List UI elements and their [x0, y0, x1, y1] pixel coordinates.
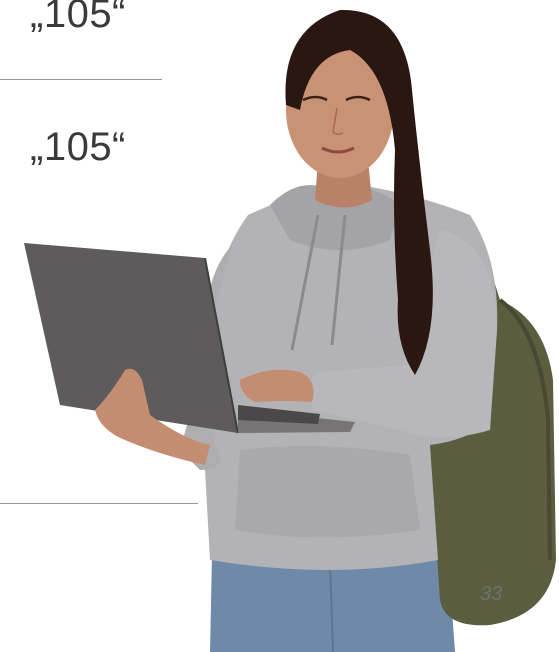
- divider-bottom: [0, 503, 198, 504]
- slide: „105“ „105“ 33: [0, 0, 559, 652]
- quoted-value-middle: „105“: [30, 125, 126, 169]
- quoted-value-top: „105“: [30, 0, 126, 36]
- page-number: 33: [480, 583, 503, 605]
- divider-top: [0, 79, 162, 80]
- student-photo: [24, 9, 556, 652]
